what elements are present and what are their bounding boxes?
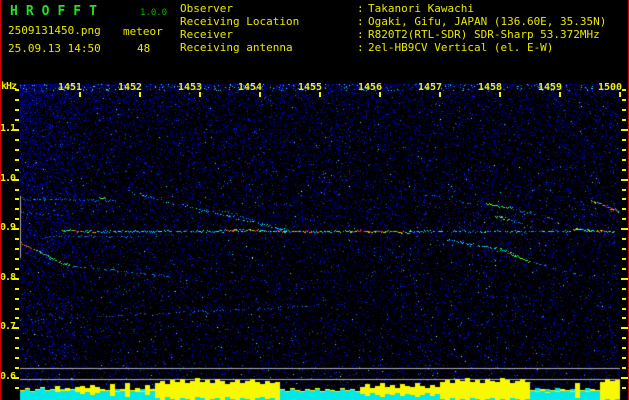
axis-tick <box>15 208 19 210</box>
axis-tick <box>621 278 628 280</box>
axis-tick <box>622 347 626 349</box>
axis-tick <box>622 337 626 339</box>
info-separator: : <box>357 2 364 15</box>
x-axis-tick-label: 1459 <box>537 82 563 93</box>
axis-tick <box>622 159 626 161</box>
axis-tick <box>15 317 19 319</box>
info-label: Receiving Location <box>180 15 300 28</box>
info-label: Receiving antenna <box>180 41 293 54</box>
info-row: Receiver: R820T2(RTL-SDR) SDR-Sharp 53.37… <box>180 28 600 41</box>
info-value: 2el-HB9CV Vertical (el. E-W) <box>368 41 554 54</box>
info-row: Receiving antenna:2el-HB9CV Vertical (el… <box>180 41 553 54</box>
info-row: Observer: Takanori Kawachi <box>180 2 474 15</box>
axis-tick <box>622 298 626 300</box>
axis-tick <box>622 387 626 389</box>
axis-tick <box>622 119 626 121</box>
axis-tick <box>621 228 628 230</box>
y-axis-unit-label: kHz <box>1 81 17 92</box>
axis-tick <box>622 149 626 151</box>
info-separator: : <box>357 41 364 54</box>
output-filename: 2509131450.png <box>8 24 101 37</box>
info-row: Receiving Location: Ogaki, Gifu, JAPAN (1… <box>180 15 606 28</box>
axis-tick <box>15 347 19 349</box>
hrofft-window: HROFFT 1.0.0 2509131450.png meteor 25.09… <box>0 0 629 400</box>
axis-tick <box>622 308 626 310</box>
axis-tick <box>15 89 19 91</box>
y-axis-tick-label: 0.9 <box>0 222 16 233</box>
axis-tick <box>15 119 19 121</box>
axis-tick <box>15 258 19 260</box>
axis-tick <box>622 288 626 290</box>
axis-tick <box>15 298 19 300</box>
axis-tick <box>621 129 628 131</box>
axis-tick <box>15 169 19 171</box>
axis-tick <box>622 357 626 359</box>
info-value: R820T2(RTL-SDR) SDR-Sharp 53.372MHz <box>368 28 600 41</box>
axis-tick <box>15 159 19 161</box>
axis-tick <box>622 139 626 141</box>
axis-tick <box>622 258 626 260</box>
info-label: Receiver <box>180 28 233 41</box>
app-title: HROFFT <box>10 4 105 19</box>
x-axis-tick-label: 1455 <box>297 82 323 93</box>
y-axis-tick-label: 0.7 <box>0 321 16 332</box>
x-axis-tick-label: 1451 <box>57 82 83 93</box>
axis-tick <box>622 198 626 200</box>
axis-tick <box>15 198 19 200</box>
axis-tick <box>15 218 19 220</box>
axis-tick <box>15 387 19 389</box>
axis-tick <box>622 218 626 220</box>
axis-tick <box>15 109 19 111</box>
echo-count: 48 <box>137 42 151 55</box>
axis-tick <box>15 367 19 369</box>
y-axis-tick-label: 1.1 <box>0 123 16 134</box>
axis-tick <box>622 99 626 101</box>
axis-tick <box>622 317 626 319</box>
y-axis-tick-label: 0.8 <box>0 272 16 283</box>
info-separator: : <box>357 15 364 28</box>
y-axis-tick-label: 1.0 <box>0 173 16 184</box>
axis-tick <box>15 268 19 270</box>
axis-tick <box>622 208 626 210</box>
axis-tick <box>621 179 628 181</box>
axis-tick <box>622 109 626 111</box>
axis-tick <box>15 189 19 191</box>
app-version: 1.0.0 <box>140 8 168 18</box>
axis-tick <box>15 149 19 151</box>
axis-tick <box>15 337 19 339</box>
axis-tick <box>622 248 626 250</box>
axis-tick <box>15 357 19 359</box>
axis-tick <box>15 139 19 141</box>
x-axis-tick-label: 1458 <box>477 82 503 93</box>
axis-tick <box>622 367 626 369</box>
axis-tick <box>15 99 19 101</box>
axis-tick <box>622 268 626 270</box>
x-axis-tick-label: 1452 <box>117 82 143 93</box>
axis-tick <box>622 189 626 191</box>
axis-tick <box>622 238 626 240</box>
axis-tick <box>621 377 628 379</box>
info-value: Takanori Kawachi <box>368 2 474 15</box>
x-axis-tick-label: 1453 <box>177 82 203 93</box>
axis-tick <box>622 169 626 171</box>
x-axis-tick-label: 1456 <box>357 82 383 93</box>
y-axis-tick-label: 0.6 <box>0 371 16 382</box>
date-time: 25.09.13 14:50 <box>8 42 101 55</box>
info-separator: : <box>357 28 364 41</box>
x-axis-tick-label: 1454 <box>237 82 263 93</box>
info-value: Ogaki, Gifu, JAPAN (136.60E, 35.35N) <box>368 15 607 28</box>
x-axis-tick-label: 1500 <box>597 82 623 93</box>
mode-label: meteor <box>123 25 163 38</box>
spectrogram-canvas <box>0 0 629 400</box>
x-axis-tick-label: 1457 <box>417 82 443 93</box>
axis-tick <box>15 248 19 250</box>
info-label: Observer <box>180 2 233 15</box>
left-border-line <box>0 0 1 400</box>
axis-tick <box>15 238 19 240</box>
axis-tick <box>15 308 19 310</box>
axis-tick <box>15 288 19 290</box>
axis-tick <box>621 327 628 329</box>
